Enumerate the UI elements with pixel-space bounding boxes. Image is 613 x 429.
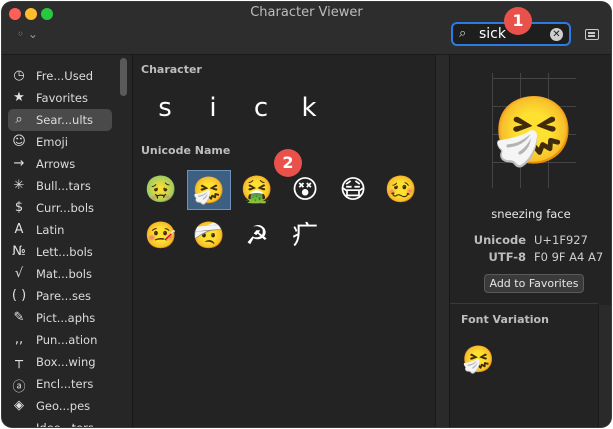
geometric-icon: ◈ [14,398,24,413]
sidebar-item[interactable]: √ Mat...bols [8,263,112,285]
sidebar-item[interactable]: ⓐ Encl...ters [8,373,112,395]
punctuation-icon: ,, [14,332,24,347]
character-viewer-window: Character Viewer ◦ ⌄ ⌕ ✕ 1 2 ◷Fre...Used… [2,2,611,427]
ideograph-icon: … [10,420,28,427]
search-char-1: s [158,93,172,123]
sidebar-item[interactable]: № Lett...bols [8,241,112,263]
sidebar-item-label: Geo...pes [36,399,91,413]
font-variation-char[interactable]: 🤧 [462,345,494,375]
add-to-favorites-button[interactable]: Add to Favorites [484,274,584,293]
sidebar-item[interactable]: ( ) Pare...ses [8,285,112,307]
category-sidebar: ◷ Fre...Used ★ Favorites ⌕ Sear...ults ☺ Emoji →… [2,55,133,427]
search-icon: ⌕ [15,112,23,127]
utf8-label: UTF-8 [488,250,526,264]
sidebar-item[interactable]: $ Curr...bols [8,197,112,219]
sidebar-item-label: Bull...tars [36,179,91,193]
result-cell[interactable]: 🤕 [187,216,231,256]
sidebar-item-label: Latin [36,223,65,237]
unicode-value: U+1F927 [534,233,588,247]
search-char-2: i [209,93,217,123]
sidebar-item-label: Fre...Used [36,69,94,83]
character-heading: Character [141,63,202,76]
asterisk-icon: ✳ [13,178,25,193]
utf8-value: F0 9F A4 A7 [534,250,604,264]
result-cell[interactable]: ☭ [235,216,279,256]
sidebar-item[interactable]: … Ideo...tors [8,417,112,427]
sidebar-item-label: Ideo...tors [36,421,94,427]
sidebar-item[interactable]: ◷ Fre...Used [8,65,112,87]
character-preview: 🤧 [492,73,576,188]
sqrt-icon: √ [14,266,24,281]
results-scrollbar[interactable] [435,55,450,427]
result-cell[interactable]: 🥴 [379,170,423,210]
sidebar-item-label: Pun...ation [36,333,98,347]
sidebar-item-label: Favorites [36,91,88,105]
sidebar-item[interactable]: ,, Pun...ation [8,329,112,351]
box-drawing-icon: ┬ [15,354,23,369]
sidebar-item[interactable]: A Latin [8,219,112,241]
callout-badge-1: 1 [504,7,532,35]
arrow-icon: → [13,156,25,171]
sidebar-item-label: Box...wing [36,355,96,369]
clear-search-icon[interactable]: ✕ [550,28,563,41]
search-char-3: c [253,93,269,123]
results-pane: Character s i c k Unicode Name 🤢 🤧 🤮 😵 😷 🥴 🤒 🤕 ☭… [133,55,450,427]
sidebar-item-label: Lett...bols [36,245,93,259]
sidebar-item[interactable]: ✳ Bull...tars [8,175,112,197]
callout-badge-2: 2 [274,149,302,177]
view-options-menu[interactable]: ◦ ⌄ [17,27,38,41]
sidebar-item[interactable]: → Arrows [8,153,112,175]
sidebar-item-label: Sear...ults [36,113,94,127]
sidebar-item[interactable]: ✎ Pict...aphs [8,307,112,329]
result-cell[interactable]: 🤒 [139,216,183,256]
utf8-row: UTF-8 F0 9F A4 A7 [450,250,611,264]
latin-a-icon: A [14,222,24,237]
sidebar-scrollbar[interactable] [120,58,127,96]
sidebar-item[interactable]: ☺ Emoji [8,131,112,153]
sidebar-item-label: Emoji [36,135,68,149]
sidebar-item-label: Curr...bols [36,201,95,215]
dollar-icon: $ [14,200,24,215]
section-divider [450,303,598,304]
toggle-sidebar-icon[interactable] [585,29,599,40]
parentheses-icon: ( ) [11,288,27,303]
star-icon: ★ [13,90,25,105]
unicode-name-heading: Unicode Name [141,144,231,157]
result-cell[interactable]: 疒 [283,216,327,256]
clock-icon: ◷ [13,68,25,83]
sidebar-item[interactable]: ★ Favorites [8,87,112,109]
search-char-4: k [301,93,317,123]
unicode-row: Unicode U+1F927 [450,233,611,247]
search-icon: ⌕ [459,26,467,41]
sidebar-item-label: Pare...ses [36,289,92,303]
numero-icon: № [12,244,26,259]
sidebar-item[interactable]: ⌕ Sear...ults [8,109,112,131]
result-cell[interactable]: 🤮 [235,170,279,210]
sidebar-item-label: Encl...ters [36,377,94,391]
pictograph-icon: ✎ [13,310,25,325]
sidebar-item-label: Arrows [36,157,76,171]
enclosed-a-icon: ⓐ [12,380,26,395]
font-variation-heading: Font Variation [461,313,549,326]
result-cell[interactable]: 🤢 [139,170,183,210]
character-name: sneezing face [491,207,571,221]
smiley-icon: ☺ [12,134,26,149]
sidebar-item-label: Pict...aphs [36,311,96,325]
result-cell[interactable]: 😷 [331,170,375,210]
sidebar-item[interactable]: ┬ Box...wing [8,351,112,373]
sidebar-item-label: Mat...bols [36,267,92,281]
unicode-label: Unicode [473,233,526,247]
detail-scrollbar[interactable] [598,305,611,427]
result-cell[interactable]: 🤧 [187,170,231,210]
detail-pane: 🤧 sneezing face Unicode U+1F927 UTF-8 F0… [449,55,611,427]
sidebar-item[interactable]: ◈ Geo...pes [8,395,112,417]
